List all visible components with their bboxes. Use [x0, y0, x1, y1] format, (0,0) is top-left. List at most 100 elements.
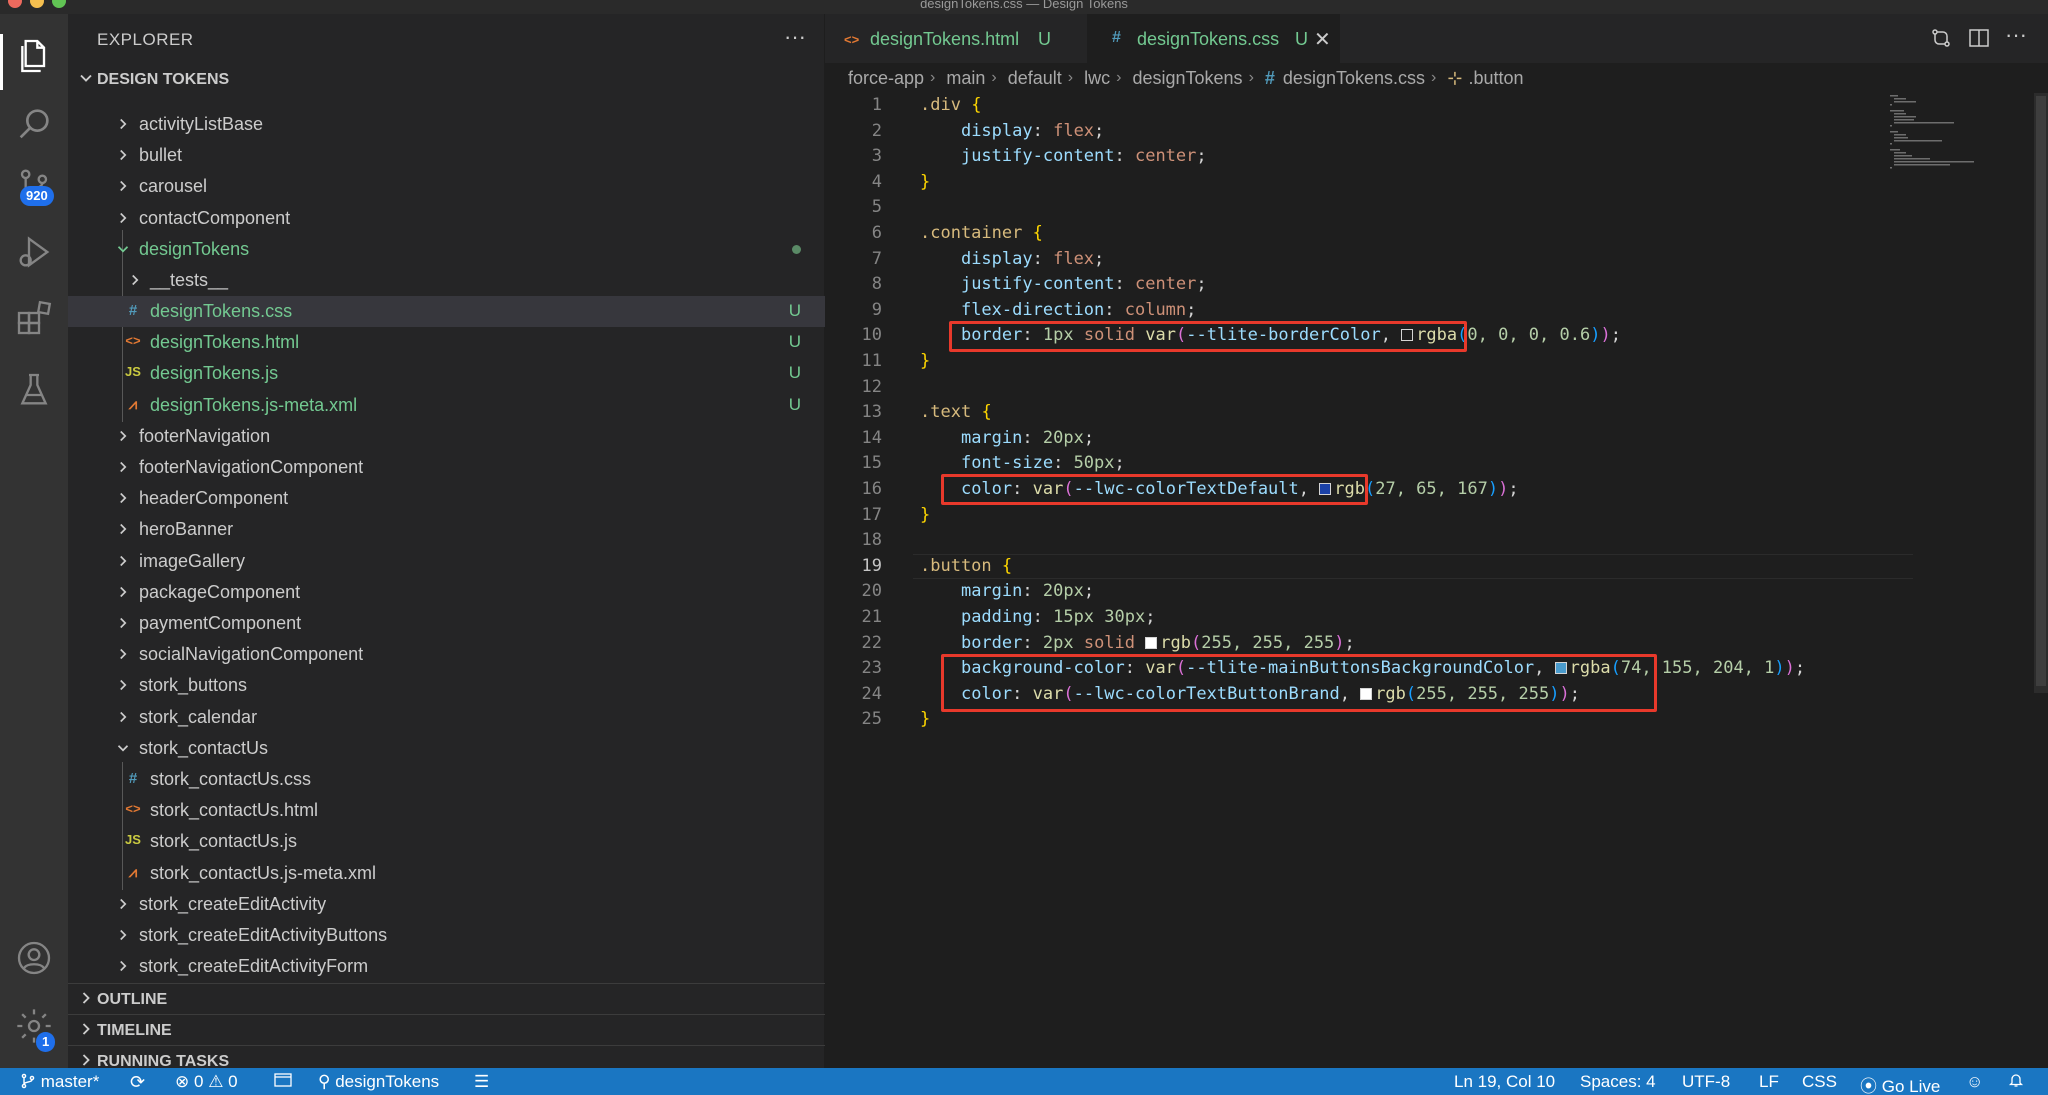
line-number: 16 [861, 479, 882, 499]
tree-folder-designtokens[interactable]: designTokens [68, 234, 825, 265]
extensions-icon[interactable] [14, 298, 54, 338]
tree-folder-carousel[interactable]: carousel [68, 171, 825, 202]
line-number: 23 [861, 658, 882, 679]
run-debug-icon[interactable] [14, 232, 54, 272]
code-editor[interactable]: 1 .div { 2 display: flex; 3 justify-conte… [825, 93, 2048, 1068]
tree-folder-socialnavigationcomponent[interactable]: socialNavigationComponent [68, 639, 825, 670]
breadcrumb-item[interactable]: default [1008, 68, 1062, 89]
tree-folder-stork-createeditactivity[interactable]: stork_createEditActivity [68, 889, 825, 920]
color-swatch[interactable] [1145, 636, 1158, 649]
line-number: 6 [871, 223, 882, 243]
tree-folder-herobanner[interactable]: heroBanner [68, 514, 825, 545]
tree-file-designtokens-html[interactable]: <> designTokens.html U [68, 327, 825, 358]
open-changes-icon[interactable] [1929, 26, 1953, 55]
chevron-right-icon [132, 274, 139, 286]
tree-file-designtokens-meta[interactable]: ⩘ designTokens.js-meta.xml U [68, 390, 825, 421]
minimap[interactable] [1888, 93, 2018, 183]
tree-folder-footernavigation[interactable]: footerNavigation [68, 421, 825, 452]
editor-scrollbar-thumb[interactable] [2036, 96, 2046, 686]
salesforce-org[interactable]: ⚲ designTokens [318, 1072, 439, 1092]
breadcrumb-item[interactable]: lwc [1084, 68, 1110, 89]
tab-label: designTokens.css [1137, 29, 1280, 49]
testing-icon[interactable] [14, 370, 54, 410]
tab-designtokens-html[interactable]: <> designTokens.html U [825, 14, 1087, 63]
tree-item-label: stork_createEditActivityForm [139, 956, 369, 976]
line-number: 25 [861, 709, 882, 730]
workspace-root[interactable]: DESIGN TOKENS [68, 64, 825, 95]
tree-folder-stork-buttons[interactable]: stork_buttons [68, 670, 825, 701]
chevron-right-icon: › [930, 69, 936, 87]
tree-folder-tests[interactable]: __tests__ [68, 265, 825, 296]
window-title: designTokens.css — Design Tokens [920, 0, 1128, 11]
tree-item-label: heroBanner [139, 519, 234, 539]
chevron-right-icon [82, 992, 90, 1004]
language-mode[interactable]: CSS [1802, 1072, 1837, 1092]
more-actions-icon[interactable]: ··· [784, 24, 806, 50]
chevron-right-icon [120, 523, 127, 535]
tree-file-stork-contactus-meta[interactable]: ⩘ stork_contactUs.js-meta.xml [68, 858, 825, 889]
tree-folder-bullet[interactable]: bullet [68, 140, 825, 171]
tree-folder-packagecomponent[interactable]: packageComponent [68, 577, 825, 608]
breadcrumb-item[interactable]: designTokens.css [1283, 68, 1425, 89]
breadcrumb-item[interactable]: designTokens [1132, 68, 1242, 89]
go-live-button[interactable]: ⦿ Go Live [1860, 1072, 1940, 1095]
menu-icon[interactable]: ☰ [474, 1072, 489, 1092]
timeline-section[interactable]: TIMELINE [68, 1014, 825, 1045]
tree-folder-stork-createeditactivitybuttons[interactable]: stork_createEditActivityButtons [68, 920, 825, 951]
chevron-right-icon [82, 1023, 90, 1035]
outline-section[interactable]: OUTLINE [68, 983, 825, 1014]
chevron-right-icon: › [991, 69, 997, 87]
search-icon[interactable] [14, 104, 54, 144]
indentation[interactable]: Spaces: 4 [1580, 1072, 1656, 1092]
cursor-position[interactable]: Ln 19, Col 10 [1454, 1072, 1555, 1092]
modified-dot [792, 245, 801, 254]
line-number: 14 [861, 427, 882, 448]
tree-folder-activitylistbase[interactable]: activityListBase [68, 109, 825, 140]
branch-indicator[interactable]: master* [20, 1072, 99, 1092]
encoding[interactable]: UTF-8 [1682, 1072, 1730, 1092]
panel-layout-icon[interactable] [274, 1072, 292, 1093]
tree-folder-stork-contactus[interactable]: stork_contactUs [68, 733, 825, 764]
tab-designtokens-css[interactable]: # designTokens.css U ✕ [1087, 14, 1340, 63]
highlight-box-button [941, 654, 1657, 712]
files-icon[interactable] [14, 36, 54, 76]
error-icon: ⊗ [175, 1072, 190, 1091]
broadcast-icon: ⦿ [1860, 1077, 1877, 1095]
tree-item-label: packageComponent [139, 582, 301, 602]
activity-bar: 920 1 [0, 14, 68, 1068]
tree-folder-imagegallery[interactable]: imageGallery [68, 546, 825, 577]
git-status-badge: U [788, 332, 801, 351]
tree-folder-headercomponent[interactable]: headerComponent [68, 483, 825, 514]
line-number: 10 [861, 325, 882, 346]
tree-folder-contactcomponent[interactable]: contactComponent [68, 203, 825, 234]
problems-indicator[interactable]: ⊗ 0 ⚠ 0 [175, 1072, 238, 1092]
tree-folder-stork-calendar[interactable]: stork_calendar [68, 702, 825, 733]
tree-folder-footernavigationcomponent[interactable]: footerNavigationComponent [68, 452, 825, 483]
tree-file-designtokens-js[interactable]: JS designTokens.js U [68, 358, 825, 389]
split-editor-icon[interactable] [1967, 26, 1991, 55]
account-icon[interactable] [14, 938, 54, 978]
notifications-bell-icon[interactable] [2008, 1072, 2024, 1093]
tree-folder-stork-createeditactivityform[interactable]: stork_createEditActivityForm [68, 951, 825, 982]
breadcrumb-item[interactable]: force-app [848, 68, 924, 89]
breadcrumb-item[interactable]: .button [1468, 68, 1523, 89]
tree-folder-paymentcomponent[interactable]: paymentComponent [68, 608, 825, 639]
js-file-icon: JS [125, 364, 141, 379]
warning-count: 0 [228, 1072, 238, 1091]
chevron-right-icon [120, 679, 127, 691]
chevron-right-icon [120, 430, 127, 442]
active-indicator [0, 34, 3, 90]
sync-icon[interactable]: ⟳ [130, 1072, 145, 1093]
line-number: 3 [871, 146, 882, 167]
chevron-right-icon [120, 929, 127, 941]
tree-file-stork-contactus-html[interactable]: <> stork_contactUs.html [68, 795, 825, 826]
chevron-right-icon [120, 898, 127, 910]
feedback-icon[interactable]: ☺ [1966, 1072, 1983, 1092]
close-tab-icon[interactable]: ✕ [1314, 27, 1331, 52]
tree-file-stork-contactus-css[interactable]: # stork_contactUs.css [68, 764, 825, 795]
end-of-line[interactable]: LF [1759, 1072, 1779, 1092]
tree-file-designtokens-css[interactable]: # designTokens.css U [68, 296, 825, 327]
tree-file-stork-contactus-js[interactable]: JS stork_contactUs.js [68, 826, 825, 857]
more-actions-icon[interactable]: ··· [2005, 22, 2027, 48]
breadcrumb-item[interactable]: main [946, 68, 985, 89]
